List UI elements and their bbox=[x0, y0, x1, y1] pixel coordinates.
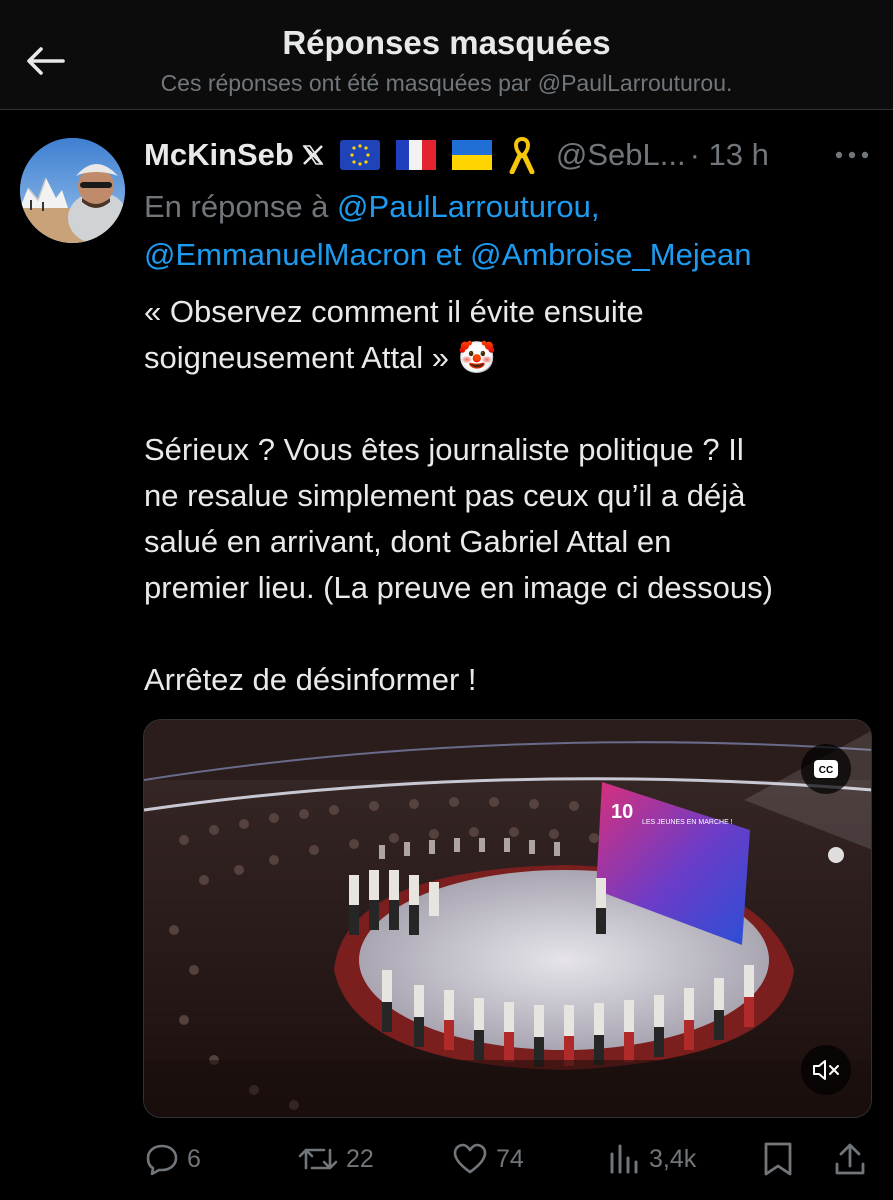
more-icon bbox=[835, 151, 869, 159]
share-button[interactable] bbox=[834, 1134, 866, 1184]
text-line: « Observez comment il évite ensuite bbox=[144, 294, 644, 329]
bookmark-button[interactable] bbox=[762, 1134, 794, 1184]
views-chart-icon bbox=[610, 1144, 638, 1174]
views-count: 3,4k bbox=[649, 1144, 697, 1173]
tweet-actions: 6 22 74 3,4k bbox=[0, 1134, 893, 1184]
like-button[interactable]: 74 bbox=[452, 1134, 524, 1184]
france-flag-icon bbox=[395, 140, 436, 170]
bookmark-icon bbox=[764, 1142, 792, 1176]
mention-link[interactable]: @EmmanuelMacron bbox=[144, 237, 427, 272]
tweet-text: « Observez comment il évite ensuite soig… bbox=[144, 289, 869, 703]
repost-count: 22 bbox=[346, 1144, 374, 1173]
more-options-button[interactable] bbox=[832, 140, 872, 170]
mute-button[interactable] bbox=[801, 1045, 851, 1095]
text-line: premier lieu. (La preuve en image ci des… bbox=[144, 570, 773, 605]
text-line: soigneusement Attal » 🤡 bbox=[144, 335, 869, 381]
tweet-time[interactable]: · 13 h bbox=[690, 137, 769, 173]
text-line: Arrêtez de désinformer ! bbox=[144, 662, 477, 697]
video-player[interactable]: 10 LES JEUNES EN MARCHE ! CC bbox=[143, 719, 872, 1118]
avatar[interactable] bbox=[20, 138, 125, 243]
views-button[interactable]: 3,4k bbox=[607, 1134, 696, 1184]
clown-emoji: 🤡 bbox=[457, 340, 497, 375]
author-handle[interactable]: @SebL... bbox=[556, 137, 686, 173]
video-frame: 10 LES JEUNES EN MARCHE ! bbox=[144, 720, 871, 1117]
repost-icon bbox=[298, 1148, 338, 1170]
tweet-author-row: McKinSeb @SebL... · 13 h bbox=[144, 134, 769, 176]
header-bar: Réponses masquées Ces réponses ont été m… bbox=[0, 0, 893, 110]
reply-prefix: En réponse à bbox=[144, 189, 329, 224]
repost-button[interactable]: 22 bbox=[298, 1134, 374, 1184]
x-logo-icon bbox=[302, 144, 324, 166]
screen-number: 10 bbox=[611, 801, 633, 823]
mention-link[interactable]: @PaulLarrouturou, bbox=[337, 189, 599, 224]
text-line: Sérieux ? Vous êtes journaliste politiqu… bbox=[144, 432, 744, 467]
reply-button[interactable]: 6 bbox=[145, 1134, 201, 1184]
display-name[interactable]: McKinSeb bbox=[144, 137, 294, 173]
reply-joiner: et bbox=[435, 237, 462, 272]
text-line: ne resalue simplement pas ceux qu’il a d… bbox=[144, 478, 746, 513]
reply-icon bbox=[146, 1144, 178, 1175]
cc-label: CC bbox=[819, 765, 833, 776]
page-title: Réponses masquées bbox=[282, 24, 611, 61]
like-count: 74 bbox=[496, 1144, 524, 1173]
heart-icon bbox=[453, 1143, 487, 1174]
screen-text: LES JEUNES EN MARCHE ! bbox=[642, 819, 733, 826]
cc-icon: CC bbox=[814, 760, 838, 778]
volume-muted-icon bbox=[813, 1060, 839, 1080]
reply-context: En réponse à @PaulLarrouturou, @Emmanuel… bbox=[144, 183, 864, 279]
captions-button[interactable]: CC bbox=[801, 744, 851, 794]
page-subtitle: Ces réponses ont été masquées par @PaulL… bbox=[160, 70, 733, 96]
yellow-ribbon-icon bbox=[508, 136, 536, 174]
ukraine-flag-icon bbox=[451, 140, 492, 170]
mention-link[interactable]: @Ambroise_Mejean bbox=[470, 237, 751, 272]
reply-count: 6 bbox=[187, 1144, 201, 1173]
text-segment: soigneusement Attal » bbox=[144, 340, 450, 375]
eu-flag-icon bbox=[339, 140, 380, 170]
share-icon bbox=[835, 1143, 865, 1175]
text-line: salué en arrivant, dont Gabriel Attal en bbox=[144, 524, 672, 559]
